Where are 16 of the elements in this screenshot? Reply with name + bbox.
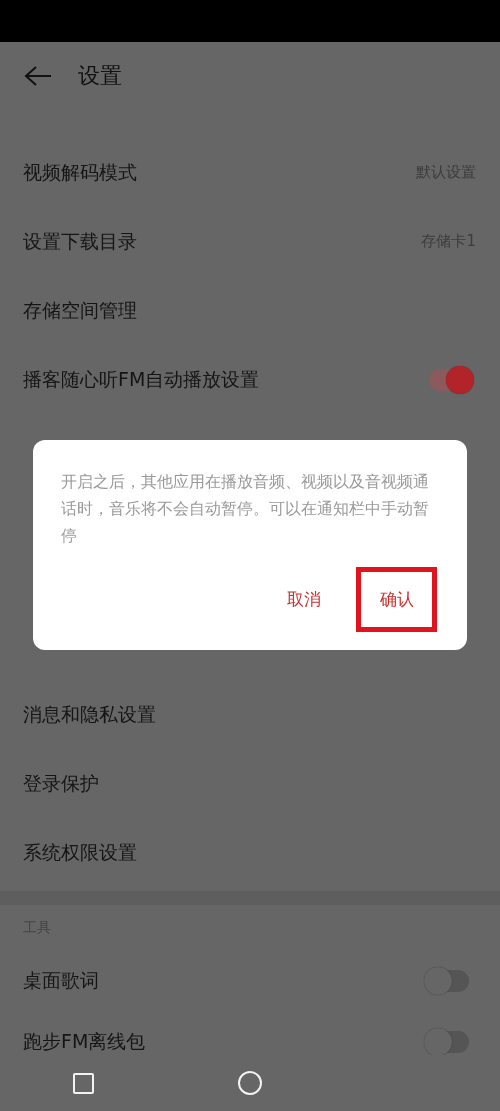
page-title: 设置 [78, 62, 122, 90]
home-icon[interactable] [238, 1071, 262, 1095]
row-label[interactable]: 登录保护 [23, 770, 99, 797]
row-label[interactable]: 桌面歌词 [23, 967, 99, 994]
row-label[interactable]: 系统权限设置 [23, 839, 137, 866]
row-label[interactable]: 播客随心听FM自动播放设置 [23, 366, 260, 393]
row-label[interactable]: 跑步FM离线包 [23, 1028, 146, 1055]
row-label[interactable]: 存储空间管理 [23, 297, 137, 324]
back-icon[interactable] [24, 65, 52, 87]
dialog-button[interactable]: 确认 [371, 582, 422, 617]
row-label[interactable]: 设置下载目录 [23, 228, 137, 255]
dialog-message: 开启之后，其他应用在播放音频、视频以及音视频通话时，音乐将不会自动暂停。可以在通知栏中手动暂停 [61, 471, 430, 547]
row-label[interactable]: 消息和隐私设置 [23, 701, 156, 728]
dialog-button[interactable]: 取消 [278, 582, 329, 617]
recents-icon[interactable] [72, 1072, 94, 1094]
row-label[interactable]: 视频解码模式 [23, 159, 137, 186]
